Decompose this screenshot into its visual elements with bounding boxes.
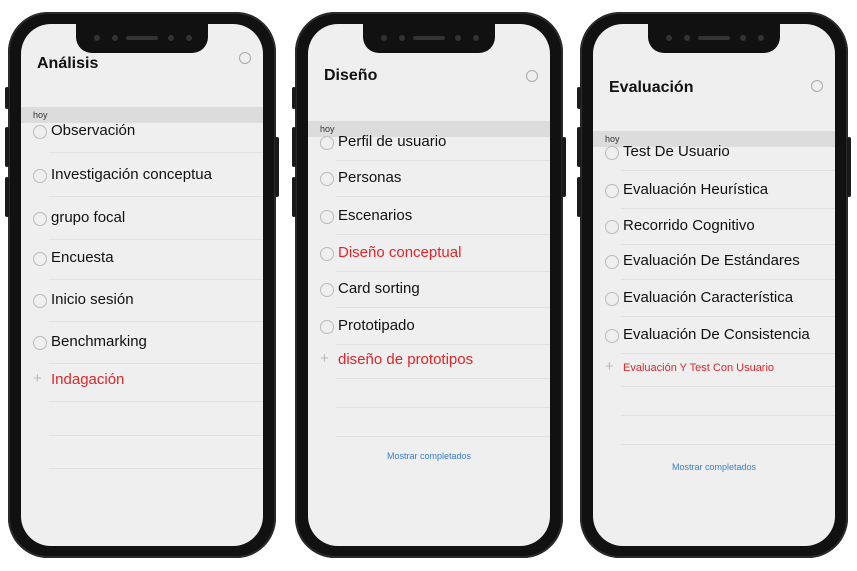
circle-checkbox-icon[interactable] — [605, 329, 619, 343]
divider — [49, 401, 263, 402]
circle-checkbox-icon[interactable] — [33, 169, 47, 183]
volume-down-button — [5, 177, 9, 217]
divider — [336, 160, 550, 161]
reminders-screen: Diseño hoy Perfil de usuario Personas Es… — [308, 24, 550, 546]
item-label: Evaluación Heurística — [623, 181, 769, 198]
volume-down-button — [577, 177, 581, 217]
circle-checkbox-icon[interactable] — [605, 146, 619, 160]
divider — [621, 208, 835, 209]
divider — [49, 468, 263, 470]
item-label: Diseño conceptual — [338, 244, 462, 261]
plus-icon[interactable]: + — [33, 370, 42, 387]
item-label: Inicio sesión — [51, 291, 134, 308]
divider — [621, 414, 835, 416]
circle-checkbox-icon[interactable] — [33, 252, 47, 266]
item-label: Test De Usuario — [623, 143, 730, 160]
circle-checkbox-icon[interactable] — [320, 136, 334, 150]
divider — [336, 196, 550, 197]
mute-switch — [5, 87, 9, 109]
list-title: Análisis — [37, 55, 99, 72]
notch — [648, 24, 780, 53]
item-label: Evaluación Característica — [623, 289, 794, 306]
phone-2: Diseño hoy Perfil de usuario Personas Es… — [292, 12, 566, 558]
circle-checkbox-icon[interactable] — [605, 220, 619, 234]
circle-checkbox-icon[interactable] — [320, 320, 334, 334]
reminders-screen: Análisis hoy Observación Investigación c… — [21, 24, 263, 546]
divider — [49, 279, 263, 280]
divider — [621, 353, 835, 354]
divider — [621, 170, 835, 171]
plus-icon[interactable]: + — [605, 358, 614, 375]
volume-up-button — [577, 127, 581, 167]
circle-checkbox-icon[interactable] — [605, 184, 619, 198]
circle-checkbox-icon[interactable] — [33, 336, 47, 350]
divider — [621, 386, 835, 387]
item-label: Escenarios — [338, 207, 413, 224]
alarm-clock-icon[interactable] — [526, 70, 538, 82]
item-label: Card sorting — [338, 280, 420, 297]
show-completed-link[interactable]: Mostrar completados — [593, 462, 835, 472]
mute-switch — [292, 87, 296, 109]
circle-checkbox-icon[interactable] — [320, 247, 334, 261]
divider — [49, 434, 263, 436]
circle-checkbox-icon[interactable] — [320, 172, 334, 186]
circle-checkbox-icon[interactable] — [320, 283, 334, 297]
list-title: Diseño — [324, 67, 378, 84]
divider — [621, 279, 835, 280]
notch — [363, 24, 495, 53]
divider — [49, 239, 263, 240]
divider — [336, 234, 550, 235]
new-item-label[interactable]: diseño de prototipos — [338, 351, 473, 368]
divider — [49, 363, 263, 364]
new-item-label[interactable]: Indagación — [51, 371, 124, 388]
item-label: Benchmarking — [51, 333, 147, 350]
divider — [336, 344, 550, 345]
power-button — [275, 137, 279, 197]
item-label: Investigación conceptua — [51, 166, 212, 183]
alarm-clock-icon[interactable] — [239, 52, 251, 64]
divider — [621, 443, 835, 445]
phone-3: Evaluación hoy Test De Usuario Evaluació… — [577, 12, 851, 558]
divider — [621, 244, 835, 245]
item-label: Recorrido Cognitivo — [623, 217, 755, 234]
divider — [336, 406, 550, 408]
volume-down-button — [292, 177, 296, 217]
divider — [621, 316, 835, 317]
plus-icon[interactable]: + — [320, 350, 329, 367]
divider — [336, 307, 550, 308]
divider — [336, 271, 550, 272]
item-label: Personas — [338, 169, 402, 186]
item-label: Evaluación De Estándares — [623, 252, 800, 269]
item-label: Encuesta — [51, 249, 114, 266]
circle-checkbox-icon[interactable] — [320, 210, 334, 224]
item-label: Observación — [51, 122, 136, 139]
new-item-label[interactable]: Evaluación Y Test Con Usuario — [623, 362, 774, 374]
alarm-clock-icon[interactable] — [811, 80, 823, 92]
item-label: grupo focal — [51, 209, 126, 226]
divider — [49, 152, 263, 153]
volume-up-button — [292, 127, 296, 167]
phone-1: Análisis hoy Observación Investigación c… — [5, 12, 279, 558]
power-button — [847, 137, 851, 197]
show-completed-link[interactable]: Mostrar completados — [308, 451, 550, 461]
item-label: Evaluación De Consistencia — [623, 326, 810, 343]
section-header: hoy — [21, 107, 263, 123]
circle-checkbox-icon[interactable] — [33, 125, 47, 139]
mute-switch — [577, 87, 581, 109]
volume-up-button — [5, 127, 9, 167]
reminders-screen: Evaluación hoy Test De Usuario Evaluació… — [593, 24, 835, 546]
circle-checkbox-icon[interactable] — [605, 292, 619, 306]
divider — [49, 196, 263, 197]
item-label: Prototipado — [338, 317, 415, 334]
item-label: Perfil de usuario — [338, 133, 447, 150]
divider — [336, 435, 550, 437]
circle-checkbox-icon[interactable] — [33, 212, 47, 226]
notch — [76, 24, 208, 53]
divider — [336, 378, 550, 379]
circle-checkbox-icon[interactable] — [33, 294, 47, 308]
power-button — [562, 137, 566, 197]
list-title: Evaluación — [609, 79, 694, 96]
circle-checkbox-icon[interactable] — [605, 255, 619, 269]
divider — [49, 321, 263, 322]
